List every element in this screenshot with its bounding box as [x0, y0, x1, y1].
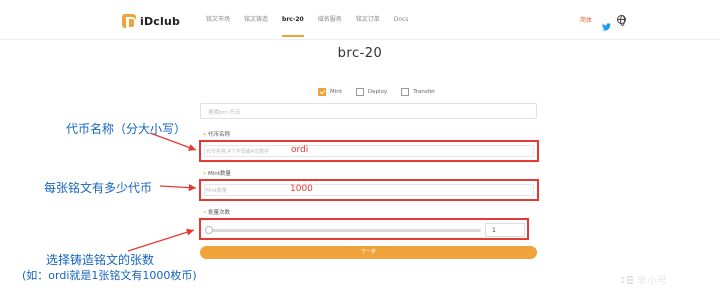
nav-item-market[interactable]: 铭文市场: [206, 16, 230, 24]
annotation-batch-line1: 选择铸造铭文的张数: [46, 253, 155, 267]
logo[interactable]: iDclub: [122, 14, 181, 29]
nav-item-domains[interactable]: 域名服务: [318, 16, 342, 24]
watermark: 非小号: [620, 272, 667, 287]
globe-icon[interactable]: [617, 15, 627, 26]
annotation-mint-amount: 每张铭文有多少代币: [44, 181, 153, 195]
header-actions: 简体: [580, 15, 627, 31]
mint-amount-placeholder: Mint数量: [206, 188, 227, 194]
arrow-mint-amount: [159, 184, 197, 192]
watermark-logo-icon: [620, 275, 634, 285]
main-nav: 铭文市场 铭文铸造 brc-20 域名服务 铭文订单 Docs: [206, 16, 422, 37]
arrow-batch-count: [127, 228, 195, 252]
batch-count-input[interactable]: 1: [485, 223, 525, 237]
mint-amount-label: Mint数量: [203, 169, 231, 177]
nav-item-brc20[interactable]: brc-20: [282, 16, 304, 37]
idclub-logo-icon: [122, 14, 136, 29]
watermark-text: 非小号: [637, 276, 667, 287]
mint-checkbox[interactable]: [318, 88, 326, 96]
token-name-label: 代币名称: [203, 130, 230, 138]
top-nav-bar: iDclub 铭文市场 铭文铸造 brc-20 域名服务 铭文订单 Docs 简…: [0, 0, 720, 40]
option-mint[interactable]: Mint: [318, 88, 342, 96]
slider-handle[interactable]: [205, 226, 213, 234]
annotation-batch-line2: (如：ordi就是1张铭文有1000枚币): [22, 269, 197, 282]
option-deploy[interactable]: Deploy: [355, 88, 388, 96]
option-transfer[interactable]: Transfer: [401, 88, 435, 96]
nav-item-orders[interactable]: 铭文订单: [356, 16, 380, 24]
batch-count-slider[interactable]: [205, 226, 481, 234]
transfer-checkbox[interactable]: [401, 88, 410, 96]
nav-item-inscribe[interactable]: 铭文铸造: [244, 16, 268, 24]
logo-text: iDclub: [140, 14, 181, 28]
page-title: brc-20: [337, 46, 383, 61]
token-name-placeholder: 代币名称,4个字母或4位数字: [206, 149, 269, 155]
nav-item-docs[interactable]: Docs: [394, 16, 409, 24]
token-name-highlight: 代币名称,4个字母或4位数字 ordi: [199, 140, 539, 162]
batch-count-highlight: 1: [199, 218, 529, 240]
batch-count-label: 批量次数: [203, 208, 230, 216]
mode-options: Mint Deploy Transfer: [318, 88, 449, 96]
search-placeholder: 搜索brc-代币: [208, 110, 241, 116]
page: iDclub 铭文市场 铭文铸造 brc-20 域名服务 铭文订单 Docs 简…: [0, 0, 720, 290]
language-switch[interactable]: 简体: [580, 15, 592, 24]
token-name-value: ordi: [291, 145, 309, 155]
mint-amount-highlight: Mint数量 1000: [199, 179, 539, 201]
mint-amount-input[interactable]: [204, 184, 534, 196]
deploy-checkbox[interactable]: [355, 88, 364, 96]
option-mint-label: Mint: [330, 89, 342, 95]
next-button[interactable]: 下一步: [200, 246, 537, 259]
option-deploy-label: Deploy: [367, 89, 388, 95]
token-search-input[interactable]: 搜索brc-代币: [200, 103, 537, 119]
annotation-token-name: 代币名称（分大小写）: [66, 122, 187, 136]
twitter-icon[interactable]: [602, 16, 612, 31]
option-transfer-label: Transfer: [413, 89, 436, 95]
mint-amount-value: 1000: [290, 184, 313, 194]
